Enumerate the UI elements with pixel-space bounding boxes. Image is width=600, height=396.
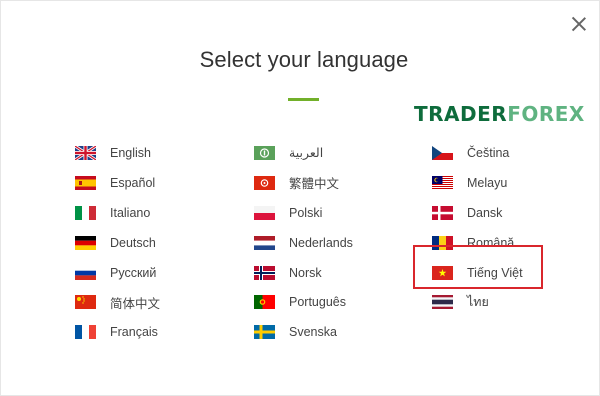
language-column-2: العربية 繁體中文 Polski Nederlands Norsk Por… bbox=[254, 138, 353, 347]
se-flag-icon bbox=[254, 325, 275, 340]
gb-flag-icon bbox=[75, 145, 96, 160]
it-flag-icon bbox=[75, 205, 96, 220]
language-label: Svenska bbox=[289, 325, 337, 340]
language-label: ไทย bbox=[467, 295, 489, 310]
language-option-espanol[interactable]: Español bbox=[75, 168, 160, 198]
language-label: Nederlands bbox=[289, 235, 353, 250]
de-flag-icon bbox=[75, 235, 96, 250]
nl-flag-icon bbox=[254, 235, 275, 250]
ru-flag-icon bbox=[75, 265, 96, 280]
language-option-norsk[interactable]: Norsk bbox=[254, 258, 353, 288]
dialog-title: Select your language bbox=[199, 47, 409, 72]
language-option-dansk[interactable]: Dansk bbox=[432, 198, 523, 228]
language-label: Español bbox=[110, 175, 156, 190]
language-label: Čeština bbox=[467, 145, 510, 160]
cz-flag-icon bbox=[432, 145, 453, 160]
language-option-nederlands[interactable]: Nederlands bbox=[254, 228, 353, 258]
language-label: Norsk bbox=[289, 265, 322, 280]
pl-flag-icon bbox=[254, 205, 275, 220]
language-label: 繁體中文 bbox=[289, 177, 340, 192]
language-column-3: Čeština Melayu Dansk Română Tiếng Việt ไ… bbox=[432, 138, 523, 317]
pt-flag-icon bbox=[254, 295, 275, 310]
sa-flag-icon bbox=[254, 145, 275, 160]
fr-flag-icon bbox=[75, 325, 96, 340]
es-flag-icon bbox=[75, 175, 96, 190]
language-option-melayu[interactable]: Melayu bbox=[432, 168, 523, 198]
language-option-arabic[interactable]: العربية bbox=[254, 138, 353, 168]
language-option-deutsch[interactable]: Deutsch bbox=[75, 228, 160, 258]
language-option-svenska[interactable]: Svenska bbox=[254, 317, 353, 347]
language-option-thai[interactable]: ไทย bbox=[432, 287, 523, 317]
language-option-italiano[interactable]: Italiano bbox=[75, 198, 160, 228]
cn-flag-icon bbox=[75, 295, 96, 310]
hk-flag-icon bbox=[254, 175, 275, 190]
language-option-cestina[interactable]: Čeština bbox=[432, 138, 523, 168]
language-option-russian[interactable]: Русский bbox=[75, 258, 160, 288]
language-label: Français bbox=[110, 325, 158, 340]
my-flag-icon bbox=[432, 175, 453, 190]
language-option-traditional-chinese[interactable]: 繁體中文 bbox=[254, 168, 353, 198]
language-option-polski[interactable]: Polski bbox=[254, 198, 353, 228]
language-option-francais[interactable]: Français bbox=[75, 317, 160, 347]
language-option-english[interactable]: English bbox=[75, 138, 160, 168]
watermark-logo: TRADERFOREX bbox=[414, 102, 585, 126]
language-label: English bbox=[110, 145, 151, 160]
language-dialog: Select your language TRADERFOREX English… bbox=[0, 0, 600, 396]
language-label: Deutsch bbox=[110, 235, 156, 250]
language-label: Italiano bbox=[110, 205, 151, 220]
no-flag-icon bbox=[254, 265, 275, 280]
th-flag-icon bbox=[432, 295, 453, 310]
language-label: Português bbox=[289, 295, 346, 310]
language-label: العربية bbox=[289, 146, 324, 161]
language-label: Русский bbox=[110, 265, 157, 280]
language-label: Polski bbox=[289, 205, 323, 220]
dk-flag-icon bbox=[432, 205, 453, 220]
highlight-box bbox=[413, 245, 543, 289]
language-label: Melayu bbox=[467, 175, 508, 190]
language-option-simplified-chinese[interactable]: 简体中文 bbox=[75, 287, 160, 317]
close-icon[interactable] bbox=[569, 14, 589, 34]
language-label: Dansk bbox=[467, 205, 503, 220]
title-underline bbox=[288, 98, 319, 101]
language-column-1: English Español Italiano Deutsch Русский bbox=[75, 138, 160, 347]
language-option-portugues[interactable]: Português bbox=[254, 287, 353, 317]
language-label: 简体中文 bbox=[110, 296, 161, 311]
